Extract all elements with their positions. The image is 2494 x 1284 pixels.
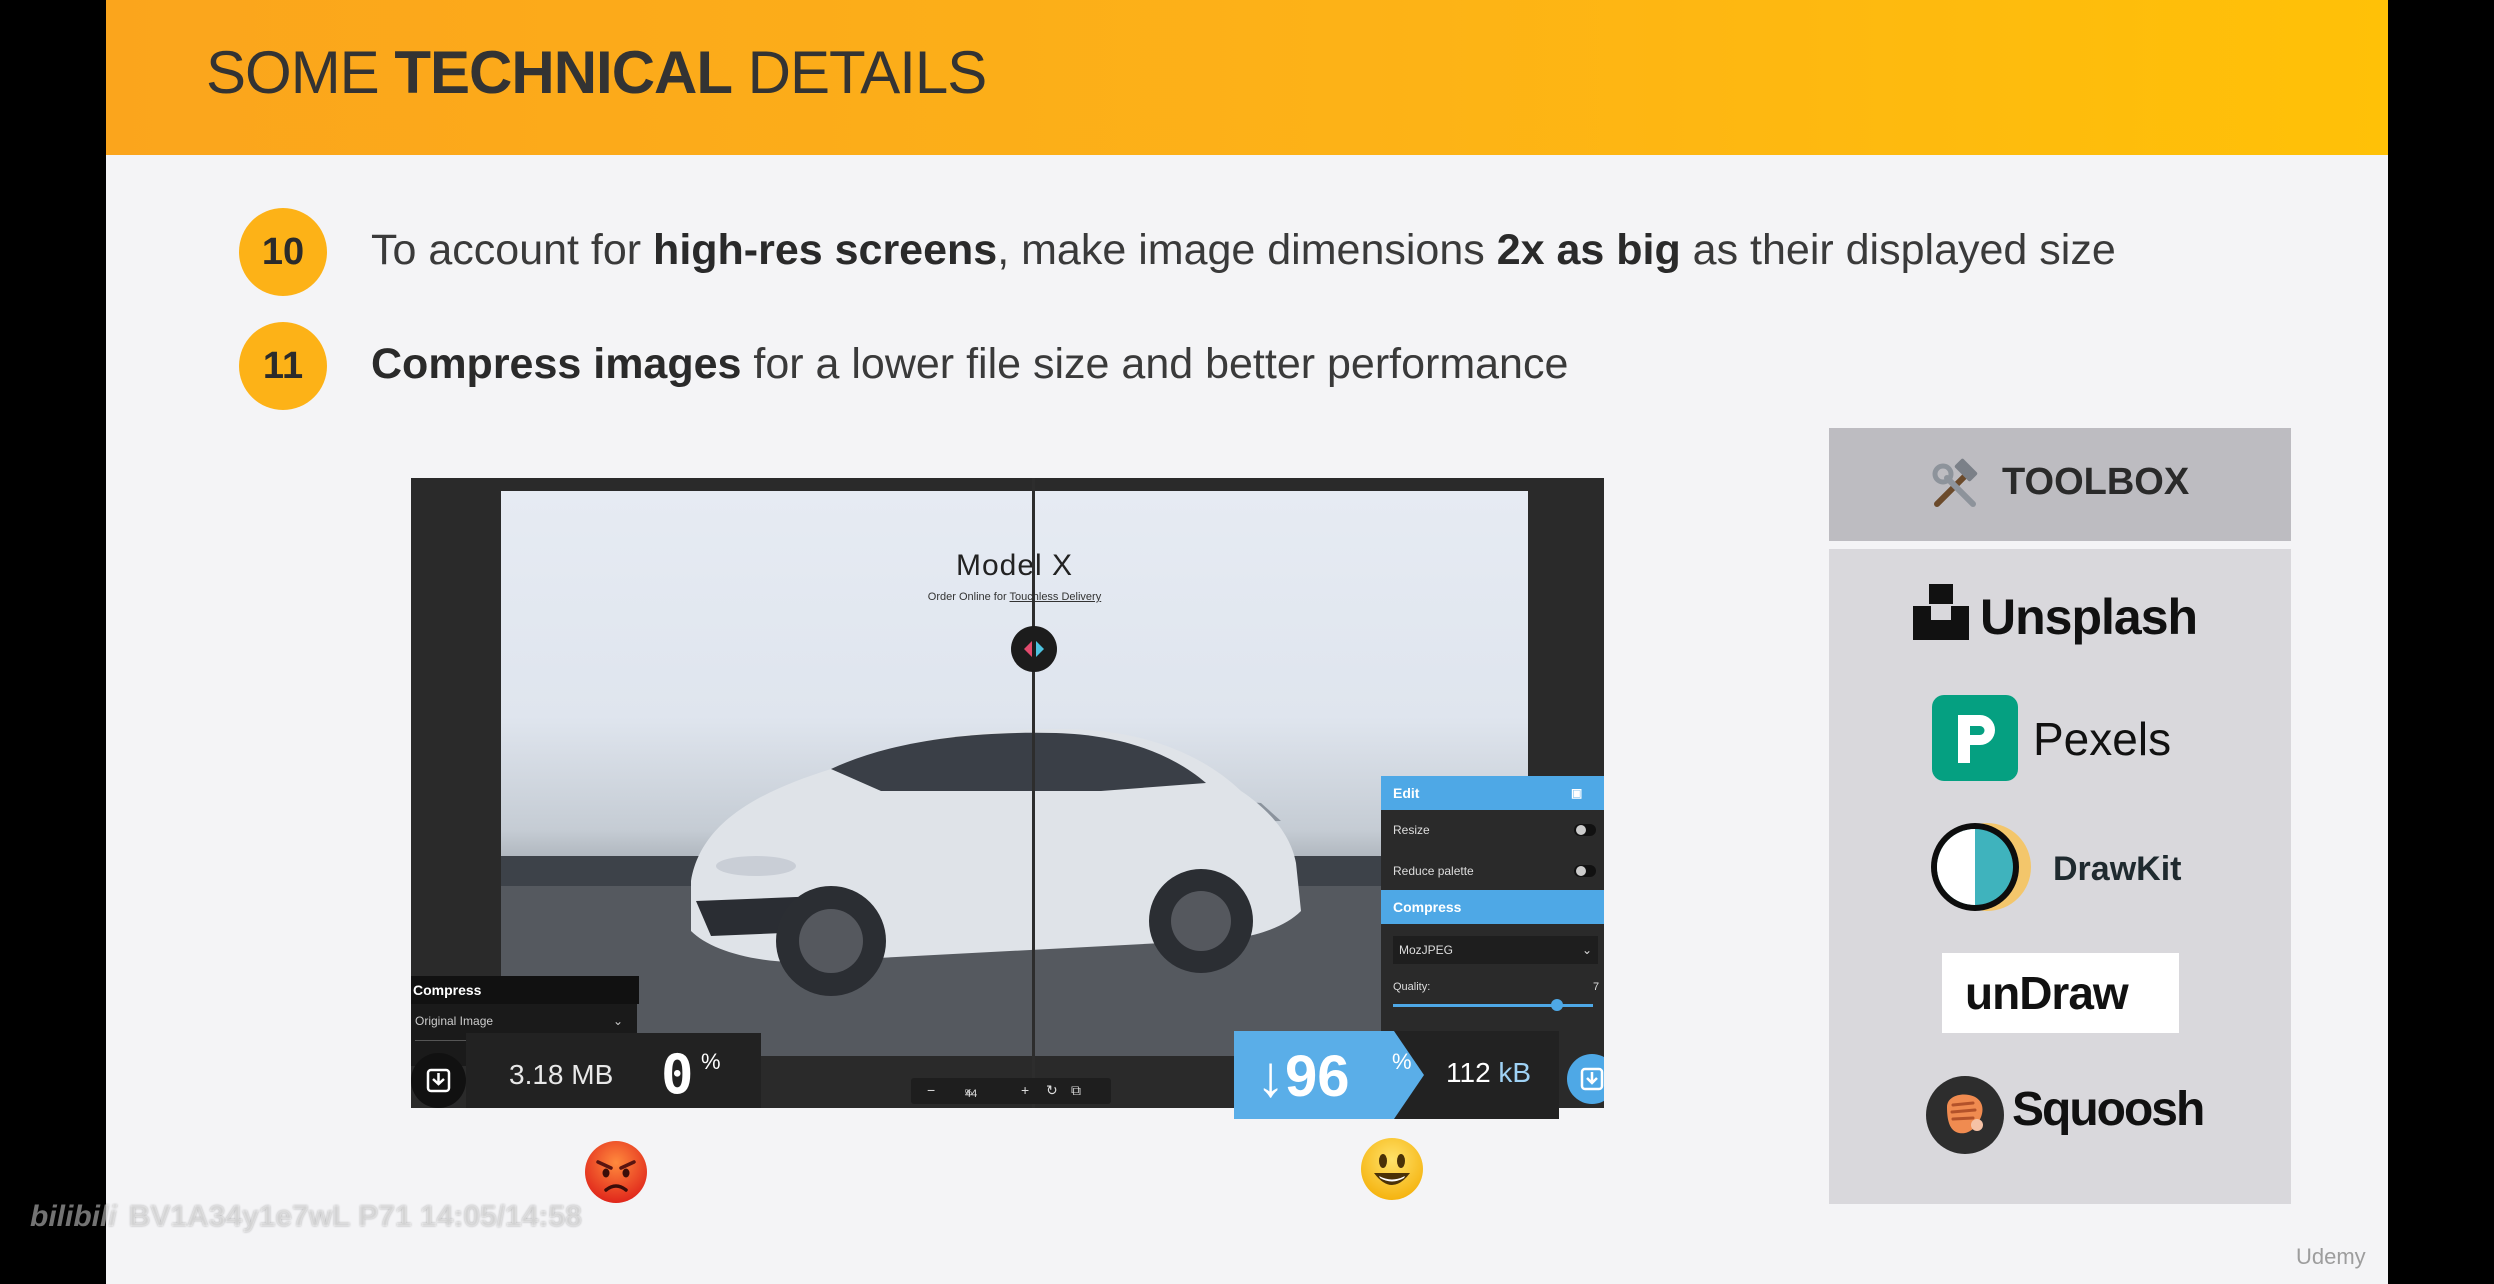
- car-photo: Model X Order Online for Touchless Deliv…: [501, 491, 1528, 1056]
- left-compress-title: Compress: [411, 976, 639, 1004]
- bullet-number-10: 10: [239, 208, 327, 296]
- chevron-down-icon: ⌄: [1581, 943, 1592, 957]
- original-file-size: 3.18 MB: [509, 1059, 614, 1090]
- right-stats: ↓96 % 112 kB: [1234, 1031, 1559, 1119]
- reduce-palette-label: Reduce palette: [1393, 864, 1474, 878]
- original-percent: 0: [661, 1043, 694, 1106]
- header-bar: SOME TECHNICAL DETAILS: [106, 0, 2388, 155]
- quality-value: 7: [1593, 981, 1600, 993]
- toolbox-header: TOOLBOX: [1829, 428, 2291, 541]
- resize-label: Resize: [1393, 823, 1430, 837]
- unsplash-label[interactable]: Unsplash: [1980, 588, 2198, 646]
- bullet-text-10: To account for high-res screens, make im…: [371, 226, 2116, 274]
- toolbox-title: TOOLBOX: [2002, 461, 2190, 503]
- drawkit-label[interactable]: DrawKit: [2053, 850, 2181, 889]
- reduce-palette-toggle[interactable]: [1574, 865, 1596, 877]
- udemy-watermark: Udemy: [2296, 1244, 2366, 1269]
- quality-label: Quality:: [1393, 981, 1431, 993]
- toolbox-panel: TOOLBOX Unsplash Pexels DrawKit unDraw S…: [1829, 428, 2291, 1204]
- pexels-logo-icon: [1932, 695, 2018, 781]
- hammer-wrench-icon: [1932, 458, 1978, 507]
- video-watermark: bilibili BV1A34y1e7wL P71 14:05/14:58: [30, 1200, 582, 1233]
- bullet-number-11: 11: [239, 322, 327, 410]
- terminal-icon[interactable]: ▣: [1571, 776, 1582, 810]
- left-stats: 3.18 MB 0 %: [466, 1033, 761, 1108]
- download-icon: [1580, 1067, 1604, 1091]
- compare-divider[interactable]: [1032, 478, 1035, 1108]
- quality-slider-knob[interactable]: [1551, 999, 1563, 1011]
- download-icon: [426, 1068, 451, 1093]
- toolbox-separator: [1829, 541, 2291, 549]
- savings-percent: ↓96: [1256, 1044, 1350, 1109]
- zoom-in-button[interactable]: +: [1021, 1082, 1029, 1098]
- original-percent-sign: %: [701, 1049, 721, 1074]
- smiley-face-icon: [1361, 1138, 1423, 1200]
- unsplash-logo-icon: [1913, 584, 1969, 640]
- quality-slider-track[interactable]: [1393, 1004, 1593, 1007]
- chevron-down-icon: ⌄: [612, 1014, 623, 1028]
- squoosh-demo-screenshot: Model X Order Online for Touchless Deliv…: [411, 478, 1604, 1108]
- compress-panel-header: Compress: [1381, 890, 1604, 924]
- undraw-label[interactable]: unDraw: [1965, 966, 2129, 1020]
- bilibili-logo-icon: bilibili: [30, 1200, 117, 1233]
- compare-arrows-icon: [1024, 641, 1044, 657]
- right-download-button[interactable]: [1567, 1054, 1604, 1104]
- pexels-label[interactable]: Pexels: [2033, 712, 2171, 766]
- zoom-out-button[interactable]: −: [927, 1082, 935, 1098]
- compressed-file-size: 112 kB: [1446, 1057, 1532, 1088]
- resize-toggle[interactable]: [1574, 824, 1596, 836]
- drawkit-logo-icon: [1931, 823, 2031, 911]
- copy-settings-icon[interactable]: ⧉: [1071, 1082, 1081, 1099]
- car-illustration: [501, 729, 1528, 1056]
- left-download-button[interactable]: [411, 1053, 466, 1108]
- edit-panel-header: Edit ▣: [1381, 776, 1604, 810]
- savings-percent-sign: %: [1392, 1049, 1412, 1074]
- rotate-icon[interactable]: ↻: [1046, 1082, 1058, 1099]
- compare-slider-handle[interactable]: [1011, 626, 1057, 672]
- slide: SOME TECHNICAL DETAILS 10 To account for…: [106, 0, 2388, 1284]
- zoom-control-bar: − 44 % + ↻ ⧉: [911, 1078, 1111, 1104]
- angry-face-icon: [585, 1141, 647, 1203]
- squoosh-logo-icon: [1926, 1076, 2004, 1154]
- bullet-text-11: Compress images for a lower file size an…: [371, 340, 1569, 388]
- codec-select[interactable]: MozJPEG ⌄: [1393, 936, 1598, 964]
- page-title: SOME TECHNICAL DETAILS: [206, 39, 987, 106]
- pexels-p-glyph: [1958, 715, 1995, 763]
- squoosh-label[interactable]: Squoosh: [2012, 1082, 2205, 1137]
